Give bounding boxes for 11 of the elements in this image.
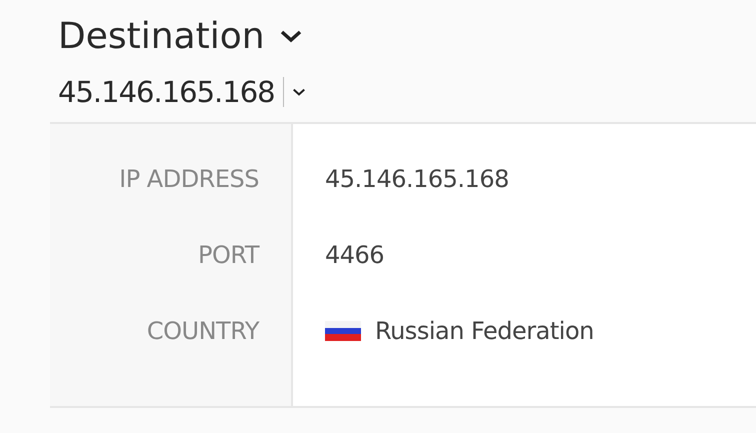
section-title: Destination [58, 16, 265, 56]
dropdown-caret-icon[interactable] [292, 87, 306, 97]
field-value: 45.146.165.168 [325, 164, 509, 194]
field-value: 4466 [325, 240, 384, 270]
field-value: Russian Federation [375, 316, 594, 346]
field-label: IP ADDRESS [119, 164, 259, 194]
field-label: PORT [198, 240, 259, 270]
field-label: COUNTRY [146, 316, 259, 346]
address-selector-value[interactable]: 45.146.165.168 [58, 75, 275, 109]
chevron-down-icon[interactable] [278, 28, 303, 44]
flag-icon [325, 321, 361, 341]
